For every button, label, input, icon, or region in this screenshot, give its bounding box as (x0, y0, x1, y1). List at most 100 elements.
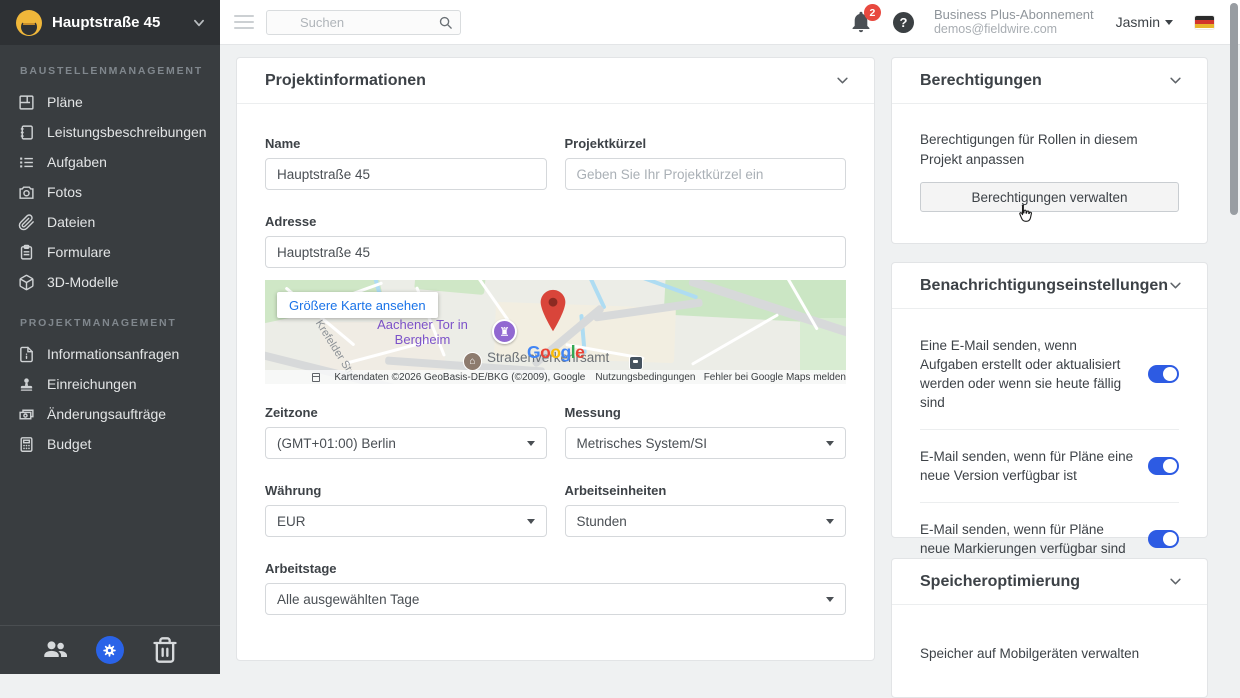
storage-header[interactable]: Speicheroptimierung (892, 559, 1207, 605)
address-label: Adresse (265, 214, 846, 229)
caret-down-icon (826, 597, 834, 602)
cube-icon (18, 274, 35, 291)
stamp-icon (18, 376, 35, 393)
clipboard-icon (18, 244, 35, 261)
timezone-label: Zeitzone (265, 405, 547, 420)
manage-permissions-button[interactable]: Berechtigungen verwalten (920, 182, 1179, 212)
notification-settings-card: Benachrichtigungseinstellungen Eine E-Ma… (891, 262, 1208, 538)
calculator-icon (18, 436, 35, 453)
notification-settings-header[interactable]: Benachrichtigungseinstellungen (892, 263, 1207, 309)
chevron-down-icon (835, 73, 850, 88)
map-transit-icon[interactable] (629, 356, 643, 370)
notifications-button[interactable]: 2 (849, 10, 873, 34)
sidebar-item-3d-modelle[interactable]: 3D-Modelle (0, 267, 220, 297)
work-units-select[interactable]: Stunden (565, 505, 847, 537)
hamburger-menu-icon[interactable] (234, 15, 254, 29)
sidebar-footer (0, 625, 220, 674)
project-selector[interactable]: Hauptstraße 45 (0, 0, 220, 45)
sidebar-item-aufgaben[interactable]: Aufgaben (0, 147, 220, 177)
people-icon (41, 636, 69, 664)
address-input[interactable] (265, 236, 846, 268)
notification-settings-title: Benachrichtigungseinstellungen (920, 277, 1168, 295)
banknotes-icon (18, 406, 35, 423)
sidebar-item-formulare[interactable]: Formulare (0, 237, 220, 267)
chevron-down-icon (1168, 278, 1183, 293)
map-report-link[interactable]: Fehler bei Google Maps melden (704, 372, 846, 383)
notification-setting-row: E-Mail senden, wenn für Pläne eine neue … (920, 430, 1179, 503)
google-logo: Google (527, 342, 584, 363)
caret-down-icon (826, 519, 834, 524)
sidebar-item-fotos[interactable]: Fotos (0, 177, 220, 207)
timezone-select[interactable]: (GMT+01:00) Berlin (265, 427, 547, 459)
toggle-plan-version-emails[interactable] (1148, 457, 1179, 475)
floorplan-icon (18, 94, 35, 111)
sidebar-item-budget[interactable]: Budget (0, 429, 220, 459)
project-info-title: Projektinformationen (265, 72, 426, 90)
work-days-field: Arbeitstage Alle ausgewählten Tage (265, 561, 846, 615)
view-larger-map-link[interactable]: Größere Karte ansehen (277, 292, 438, 318)
name-field: Name (265, 136, 547, 190)
map-poi-tower-icon[interactable] (492, 319, 517, 344)
toggle-plan-markup-emails[interactable] (1148, 530, 1179, 548)
name-input[interactable] (265, 158, 547, 190)
search-icon (438, 15, 453, 30)
timezone-field: Zeitzone (GMT+01:00) Berlin (265, 405, 547, 459)
chevron-down-icon (1168, 574, 1183, 589)
chevron-down-icon (192, 16, 206, 30)
sidebar-item-informationsanfragen[interactable]: Informationsanfragen (0, 339, 220, 369)
sidebar: Hauptstraße 45 BAUSTELLENMANAGEMENT Plän… (0, 0, 220, 674)
delete-project-button[interactable] (151, 636, 179, 664)
work-units-label: Arbeitseinheiten (565, 483, 847, 498)
search-box (266, 10, 461, 35)
caret-down-icon (527, 519, 535, 524)
fieldwire-logo (16, 10, 42, 36)
permissions-header[interactable]: Berechtigungen (892, 58, 1207, 104)
currency-field: Währung EUR (265, 483, 547, 537)
caret-down-icon (1165, 20, 1173, 25)
scrollbar-thumb[interactable] (1230, 3, 1238, 215)
gear-icon (102, 643, 117, 658)
notification-setting-row: Eine E-Mail senden, wenn Aufgaben erstel… (920, 319, 1179, 430)
map-copyright: Kartendaten ©2026 GeoBasis-DE/BKG (©2009… (334, 372, 585, 383)
permissions-title: Berechtigungen (920, 72, 1042, 90)
map-attribution: Kartendaten ©2026 GeoBasis-DE/BKG (©2009… (265, 370, 846, 384)
address-field: Adresse (265, 214, 846, 268)
google-map[interactable]: Krefelder Str. Aachener Tor in Bergheim … (265, 280, 846, 384)
measurement-select[interactable]: Metrisches System/SI (565, 427, 847, 459)
task-list-icon (18, 154, 35, 171)
sidebar-item-leistungsbeschreibungen[interactable]: Leistungsbeschreibungen (0, 117, 220, 147)
project-name: Hauptstraße 45 (52, 14, 192, 31)
sidebar-item-einreichungen[interactable]: Einreichungen (0, 369, 220, 399)
settings-button[interactable] (96, 636, 124, 664)
people-button[interactable] (41, 636, 69, 664)
work-days-select[interactable]: Alle ausgewählten Tage (265, 583, 846, 615)
keyboard-icon[interactable] (312, 373, 320, 382)
currency-select[interactable]: EUR (265, 505, 547, 537)
map-terms-link[interactable]: Nutzungsbedingungen (595, 372, 695, 383)
search-input[interactable] (266, 10, 461, 35)
storage-title: Speicheroptimierung (920, 573, 1080, 591)
help-button[interactable]: ? (893, 12, 914, 33)
project-info-header[interactable]: Projektinformationen (237, 58, 874, 104)
project-code-field: Projektkürzel (565, 136, 847, 190)
project-info-card: Projektinformationen Name Projektkürzel … (236, 57, 875, 661)
sidebar-item-aenderungsauftraege[interactable]: Änderungsaufträge (0, 399, 220, 429)
measurement-field: Messung Metrisches System/SI (565, 405, 847, 459)
sidebar-item-dateien[interactable]: Dateien (0, 207, 220, 237)
map-museum-icon[interactable] (463, 352, 482, 371)
notebook-icon (18, 124, 35, 141)
sidebar-item-plaene[interactable]: Pläne (0, 87, 220, 117)
caret-down-icon (826, 441, 834, 446)
manage-mobile-storage-link[interactable]: Speicher auf Mobilgeräten verwalten (920, 646, 1139, 661)
trash-icon (151, 636, 179, 664)
user-menu[interactable]: Jasmin (1116, 14, 1173, 30)
account-info: Business Plus-Abonnement demos@fieldwire… (934, 7, 1094, 37)
language-flag-german[interactable] (1195, 16, 1214, 29)
toggle-task-emails[interactable] (1148, 365, 1179, 383)
work-days-label: Arbeitstage (265, 561, 846, 576)
map-pin-icon[interactable] (538, 288, 568, 334)
map-poi-aachener-tor-label: Aachener Tor in Bergheim (370, 317, 475, 347)
project-code-input[interactable] (565, 158, 847, 190)
measurement-label: Messung (565, 405, 847, 420)
caret-down-icon (527, 441, 535, 446)
